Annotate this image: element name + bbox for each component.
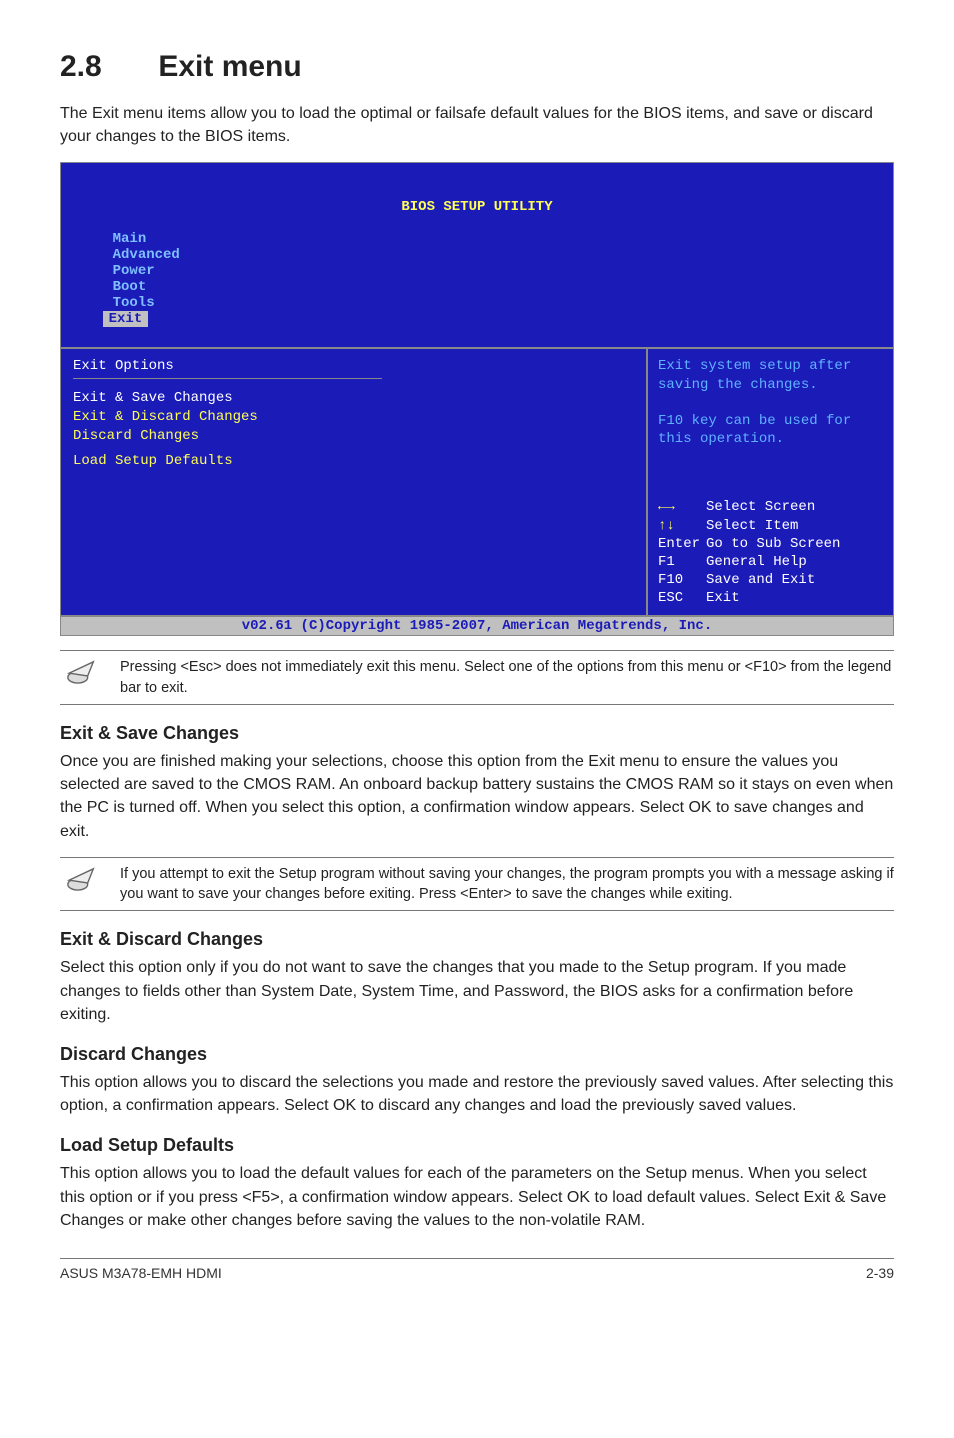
note-esc: Pressing <Esc> does not immediately exit… [60, 650, 894, 705]
heading-number: 2.8 [60, 50, 150, 84]
bios-left-pane: Exit Options Exit & Save Changes Exit & … [61, 349, 648, 615]
heading-title: Exit menu [158, 50, 301, 83]
key-ud-label: Select Item [706, 518, 798, 534]
bios-tab-tools: Tools [103, 295, 165, 311]
key-lr-label: Select Screen [706, 499, 815, 515]
key-lr: ←→ [658, 498, 706, 516]
note-esc-text: Pressing <Esc> does not immediately exit… [120, 657, 894, 698]
bios-copyright: v02.61 (C)Copyright 1985-2007, American … [61, 615, 893, 635]
section-load-defaults-title: Load Setup Defaults [60, 1135, 894, 1156]
key-f1-label: General Help [706, 554, 807, 570]
intro-paragraph: The Exit menu items allow you to load th… [60, 102, 894, 148]
bios-tab-boot: Boot [103, 279, 157, 295]
bios-tab-main: Main [103, 231, 157, 247]
key-f10: F10 [658, 571, 706, 589]
key-esc: ESC [658, 589, 706, 607]
key-ud: ↑↓ [658, 517, 706, 535]
note-save-text: If you attempt to exit the Setup program… [120, 864, 894, 905]
bios-section-header: Exit Options [73, 357, 634, 376]
key-esc-label: Exit [706, 590, 740, 606]
section-exit-save-title: Exit & Save Changes [60, 723, 894, 744]
key-enter: Enter [658, 535, 706, 553]
bios-right-pane: Exit system setup after saving the chang… [648, 349, 893, 615]
key-f10-label: Save and Exit [706, 572, 815, 588]
section-exit-discard-title: Exit & Discard Changes [60, 929, 894, 950]
section-load-defaults-body: This option allows you to load the defau… [60, 1162, 894, 1232]
bios-help-text: Exit system setup after saving the chang… [658, 357, 883, 448]
bios-tab-power: Power [103, 263, 165, 279]
key-f1: F1 [658, 553, 706, 571]
page-footer: ASUS M3A78-EMH HDMI 2-39 [60, 1258, 894, 1281]
bios-tab-advanced: Advanced [103, 247, 190, 263]
bios-key-legend: ←→Select Screen ↑↓Select Item EnterGo to… [658, 498, 883, 607]
bios-item-discard: Discard Changes [73, 427, 634, 446]
note-save: If you attempt to exit the Setup program… [60, 857, 894, 912]
section-exit-save-body: Once you are finished making your select… [60, 750, 894, 843]
section-discard-title: Discard Changes [60, 1044, 894, 1065]
bios-menubar: BIOS SETUP UTILITY Main Advanced Power B… [61, 163, 893, 347]
key-enter-label: Go to Sub Screen [706, 536, 840, 552]
bios-tab-exit: Exit [103, 311, 149, 327]
bios-item-exit-discard: Exit & Discard Changes [73, 408, 634, 427]
bios-item-load-defaults: Load Setup Defaults [73, 452, 634, 471]
note-icon [60, 864, 104, 900]
note-icon [60, 657, 104, 693]
page-heading: 2.8 Exit menu [60, 50, 894, 84]
bios-screenshot: BIOS SETUP UTILITY Main Advanced Power B… [60, 162, 894, 636]
footer-left: ASUS M3A78-EMH HDMI [60, 1265, 222, 1281]
section-discard-body: This option allows you to discard the se… [60, 1071, 894, 1117]
footer-right: 2-39 [866, 1265, 894, 1281]
section-exit-discard-body: Select this option only if you do not wa… [60, 956, 894, 1026]
bios-item-exit-save: Exit & Save Changes [73, 389, 634, 408]
bios-utility-title: BIOS SETUP UTILITY [69, 199, 885, 215]
